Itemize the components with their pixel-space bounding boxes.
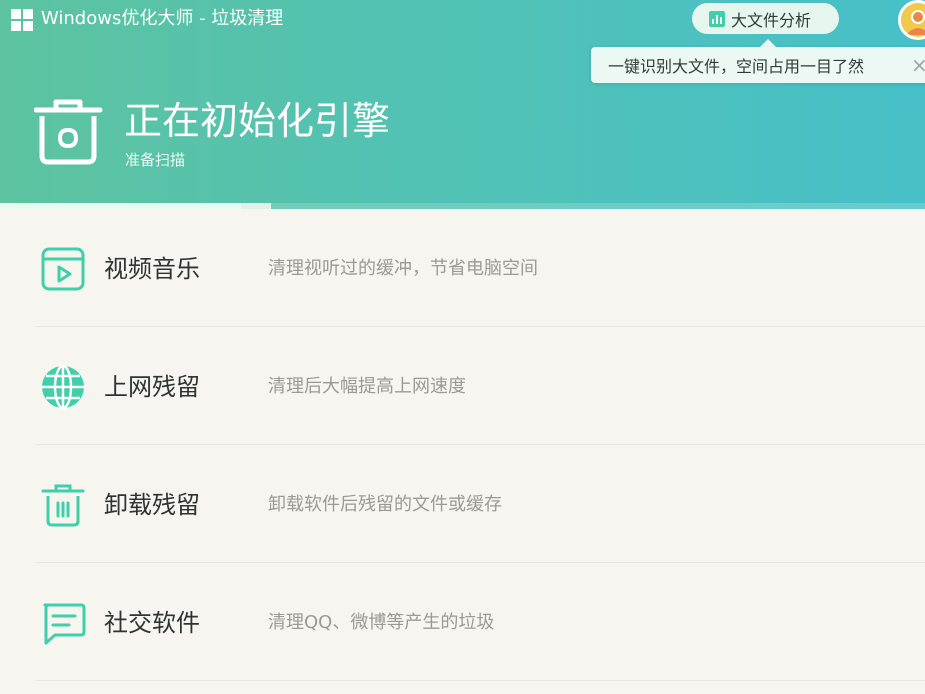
- list-item-description: 卸载软件后残留的文件或缓存: [268, 494, 502, 515]
- cleanup-category-list: 视频音乐 清理视听过的缓冲，节省电脑空间 上网残留 清理后大幅提高上网速度 卸载…: [0, 209, 925, 694]
- tooltip-text: 一键识别大文件，空间占用一目了然: [608, 57, 865, 76]
- list-item-title: 社交软件: [104, 609, 200, 637]
- big-file-tooltip: 一键识别大文件，空间占用一目了然: [591, 47, 925, 83]
- big-file-analysis-button[interactable]: 大文件分析: [692, 3, 839, 34]
- tooltip-close-icon[interactable]: ×: [911, 53, 925, 77]
- trash-bin-large-icon: [33, 98, 104, 170]
- title-bar: Windows优化大师 - 垃圾清理 大文件分析: [0, 0, 925, 40]
- video-player-icon: [41, 247, 85, 291]
- user-icon: [901, 3, 925, 37]
- list-item-description: 清理视听过的缓冲，节省电脑空间: [268, 258, 538, 279]
- big-file-analysis-label: 大文件分析: [731, 10, 812, 30]
- list-item-video-music[interactable]: 视频音乐 清理视听过的缓冲，节省电脑空间: [0, 209, 925, 327]
- list-item-uninstall-residue[interactable]: 卸载残留 卸载软件后残留的文件或缓存: [0, 445, 925, 563]
- windows-logo-icon: [11, 9, 33, 31]
- tooltip-arrow: [760, 39, 776, 47]
- scan-status-subtitle: 准备扫描: [125, 151, 186, 169]
- chat-bubble-icon: [43, 603, 86, 645]
- list-item-browsing-residue[interactable]: 上网残留 清理后大幅提高上网速度: [0, 327, 925, 445]
- trash-icon: [41, 484, 85, 527]
- user-avatar[interactable]: [898, 0, 925, 40]
- list-item-title: 视频音乐: [104, 255, 200, 283]
- list-item-description: 清理QQ、微博等产生的垃圾: [268, 612, 495, 633]
- globe-icon: [42, 364, 84, 410]
- scan-status-title: 正在初始化引擎: [124, 99, 391, 143]
- header-banner: Windows优化大师 - 垃圾清理 大文件分析 正在初始化引擎 准备扫描: [0, 0, 925, 209]
- list-item-social-apps[interactable]: 社交软件 清理QQ、微博等产生的垃圾: [0, 563, 925, 681]
- list-item-description: 清理后大幅提高上网速度: [268, 376, 466, 397]
- list-item-title: 上网残留: [104, 373, 200, 401]
- divider: [36, 680, 925, 681]
- app-title: Windows优化大师 - 垃圾清理: [41, 8, 284, 29]
- list-item-title: 卸载残留: [104, 491, 200, 519]
- bar-chart-icon: [709, 10, 725, 27]
